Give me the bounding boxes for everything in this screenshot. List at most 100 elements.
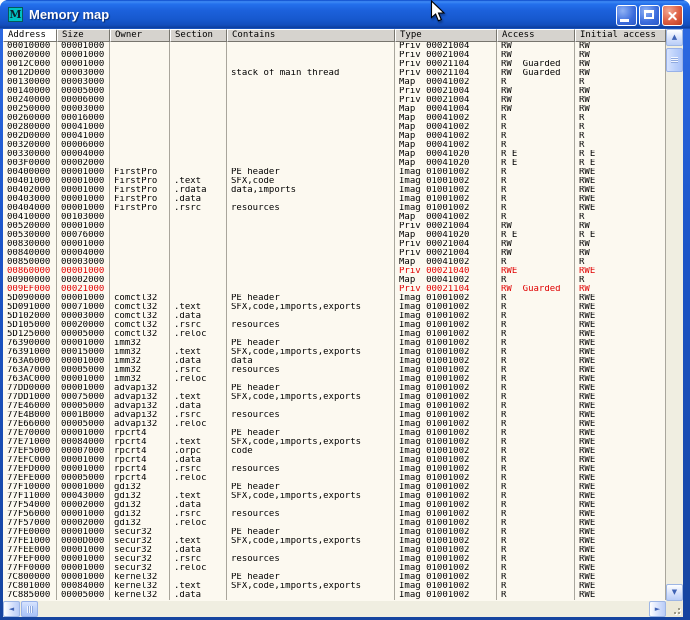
scroll-right-button[interactable]: ► bbox=[649, 601, 666, 617]
table-row[interactable]: 5D10200000003000comctl32.dataImag 010010… bbox=[3, 312, 666, 321]
table-row[interactable]: 0033000000004000Map 00041020R ER E bbox=[3, 150, 666, 159]
column-header-address[interactable]: Address bbox=[3, 29, 57, 42]
column-header-contains[interactable]: Contains bbox=[227, 29, 395, 42]
table-row[interactable]: 77F1100000043000gdi32.textSFX,code,impor… bbox=[3, 492, 666, 501]
table-row[interactable]: 0028000000041000Map 00041002RR bbox=[3, 123, 666, 132]
maximize-button[interactable] bbox=[639, 5, 660, 26]
table-row[interactable]: 0085000000003000Map 00041002RR bbox=[3, 258, 666, 267]
table-row[interactable]: 0053000000076000Map 00041020R ER E bbox=[3, 231, 666, 240]
cell-contains bbox=[227, 375, 395, 384]
table-row[interactable]: 5D10500000020000comctl32.rsrcresourcesIm… bbox=[3, 321, 666, 330]
table-row[interactable]: 0040300000001000FirstPro.dataImag 010010… bbox=[3, 195, 666, 204]
table-row[interactable]: 77F5700000002000gdi32.relocImag 01001002… bbox=[3, 519, 666, 528]
table-row[interactable]: 5D09000000001000comctl32PE headerImag 01… bbox=[3, 294, 666, 303]
cell-size: 00015000 bbox=[57, 348, 110, 357]
table-row[interactable]: 77EFE00000005000rpcrt4.relocImag 0100100… bbox=[3, 474, 666, 483]
column-header-access[interactable]: Access bbox=[497, 29, 575, 42]
table-row[interactable]: 003F000000002000Map 00041020R ER E bbox=[3, 159, 666, 168]
minimize-button[interactable] bbox=[616, 5, 637, 26]
table-row[interactable]: 0014000000005000Priv 00021004RWRW bbox=[3, 87, 666, 96]
cell-access: R bbox=[497, 411, 575, 420]
table-row[interactable]: 77FE10000000D000secur32.textSFX,code,imp… bbox=[3, 537, 666, 546]
horizontal-scroll-thumb[interactable] bbox=[21, 601, 38, 617]
cell-size: 00005000 bbox=[57, 420, 110, 429]
table-row[interactable]: 0052000000001000Priv 00021004RWRW bbox=[3, 222, 666, 231]
table-row[interactable]: 7C80000000001000kernel32PE headerImag 01… bbox=[3, 573, 666, 582]
table-row[interactable]: 77E7000000001000rpcrt4PE headerImag 0100… bbox=[3, 429, 666, 438]
table-row[interactable]: 7639100000015000imm32.textSFX,code,impor… bbox=[3, 348, 666, 357]
close-button[interactable] bbox=[662, 5, 683, 26]
table-row[interactable]: 009EF00000021000Priv 00021104RW GuardedR… bbox=[3, 285, 666, 294]
table-row[interactable]: 763A700000005000imm32.rsrcresourcesImag … bbox=[3, 366, 666, 375]
scroll-left-button[interactable]: ◄ bbox=[3, 601, 20, 617]
table-row[interactable]: 0024000000006000Priv 00021004RWRW bbox=[3, 96, 666, 105]
table-row[interactable]: 77E4600000005000advapi32.dataImag 010010… bbox=[3, 402, 666, 411]
table-row[interactable]: 7639000000001000imm32PE headerImag 01001… bbox=[3, 339, 666, 348]
table-row[interactable]: 002D000000041000Map 00041002RR bbox=[3, 132, 666, 141]
table-row[interactable]: 0040100000001000FirstPro.textSFX,codeIma… bbox=[3, 177, 666, 186]
table-row[interactable]: 77EFC00000001000rpcrt4.dataImag 01001002… bbox=[3, 456, 666, 465]
column-header-size[interactable]: Size bbox=[57, 29, 110, 42]
table-row[interactable]: 0032000000006000Map 00041002RR bbox=[3, 141, 666, 150]
table-row[interactable]: 0013000000003000Map 00041002RR bbox=[3, 78, 666, 87]
table-row[interactable]: 0002000000001000Priv 00021004RWRW bbox=[3, 51, 666, 60]
vertical-scroll-thumb[interactable] bbox=[666, 48, 683, 72]
cell-access: R bbox=[497, 555, 575, 564]
table-row[interactable]: 7C80100000084000kernel32.textSFX,code,im… bbox=[3, 582, 666, 591]
vertical-scrollbar[interactable]: ▲ ▼ bbox=[666, 29, 683, 601]
cell-type: Imag 01001002 bbox=[395, 591, 497, 600]
cell-owner: FirstPro bbox=[110, 177, 170, 186]
cell-size: 00004000 bbox=[57, 249, 110, 258]
table-row[interactable]: 77E4B0000001B000advapi32.rsrcresourcesIm… bbox=[3, 411, 666, 420]
table-row[interactable]: 77EFD00000001000rpcrt4.rsrcresourcesImag… bbox=[3, 465, 666, 474]
table-row[interactable]: 77EF500000007000rpcrt4.orpccodeImag 0100… bbox=[3, 447, 666, 456]
table-row[interactable]: 5D09100000071000comctl32.textSFX,code,im… bbox=[3, 303, 666, 312]
cell-address: 77FE0000 bbox=[3, 528, 57, 537]
horizontal-scrollbar[interactable]: ◄ ► bbox=[3, 601, 666, 617]
table-row[interactable]: 7C88500000005000kernel32.dataImag 010010… bbox=[3, 591, 666, 600]
cell-address: 00520000 bbox=[3, 222, 57, 231]
cell-owner: rpcrt4 bbox=[110, 429, 170, 438]
table-row[interactable]: 763AC00000001000imm32.relocImag 01001002… bbox=[3, 375, 666, 384]
table-row[interactable]: 77F5400000002000gdi32.dataImag 01001002R… bbox=[3, 501, 666, 510]
table-row[interactable]: 0001000000001000Priv 00021004RWRW bbox=[3, 42, 666, 51]
table-row[interactable]: 0090000000002000Map 00041002RR bbox=[3, 276, 666, 285]
table-row[interactable]: 77FF000000001000secur32.relocImag 010010… bbox=[3, 564, 666, 573]
table-row[interactable]: 77DD100000075000advapi32.textSFX,code,im… bbox=[3, 393, 666, 402]
table-row[interactable]: 77DD000000001000advapi32PE headerImag 01… bbox=[3, 384, 666, 393]
table-row[interactable]: 0040000000001000FirstProPE headerImag 01… bbox=[3, 168, 666, 177]
table-row[interactable]: 77FEE00000001000secur32.dataImag 0100100… bbox=[3, 546, 666, 555]
table-row[interactable]: 0084000000004000Priv 00021004RWRW bbox=[3, 249, 666, 258]
column-header-owner[interactable]: Owner bbox=[110, 29, 170, 42]
table-row[interactable]: 0040400000001000FirstPro.rsrcresourcesIm… bbox=[3, 204, 666, 213]
table-row[interactable]: 77FE000000001000secur32PE headerImag 010… bbox=[3, 528, 666, 537]
table-row[interactable]: 763A600000001000imm32.datadataImag 01001… bbox=[3, 357, 666, 366]
table-row[interactable]: 0026000000016000Map 00041002RR bbox=[3, 114, 666, 123]
cell-address: 77FEE000 bbox=[3, 546, 57, 555]
table-row[interactable]: 77E7100000084000rpcrt4.textSFX,code,impo… bbox=[3, 438, 666, 447]
table-row[interactable]: 0025000000003000Map 00041004RWRW bbox=[3, 105, 666, 114]
cell-address: 00401000 bbox=[3, 177, 57, 186]
cell-owner: imm32 bbox=[110, 348, 170, 357]
cell-address: 76390000 bbox=[3, 339, 57, 348]
table-row[interactable]: 0086000000001000Priv 00021040RWERWE bbox=[3, 267, 666, 276]
resize-grip[interactable] bbox=[666, 601, 683, 617]
table-row[interactable]: 0041000000103000Map 00041002RR bbox=[3, 213, 666, 222]
column-header-section[interactable]: Section bbox=[170, 29, 227, 42]
scroll-down-button[interactable]: ▼ bbox=[666, 584, 683, 601]
table-row[interactable]: 77F5600000001000gdi32.rsrcresourcesImag … bbox=[3, 510, 666, 519]
cell-section bbox=[170, 105, 227, 114]
table-row[interactable]: 77E6600000005000advapi32.relocImag 01001… bbox=[3, 420, 666, 429]
scroll-up-button[interactable]: ▲ bbox=[666, 29, 683, 46]
table-row[interactable]: 0012D00000003000stack of main threadPriv… bbox=[3, 69, 666, 78]
title-bar[interactable]: M Memory map bbox=[0, 0, 690, 29]
table-row[interactable]: 77FEF00000001000secur32.rsrcresourcesIma… bbox=[3, 555, 666, 564]
cell-size: 00005000 bbox=[57, 591, 110, 600]
table-row[interactable]: 0040200000001000FirstPro.rdatadata,impor… bbox=[3, 186, 666, 195]
table-row[interactable]: 0083000000001000Priv 00021004RWRW bbox=[3, 240, 666, 249]
table-row[interactable]: 77F1000000001000gdi32PE headerImag 01001… bbox=[3, 483, 666, 492]
column-header-initial-access[interactable]: Initial access bbox=[575, 29, 666, 42]
table-row[interactable]: 0012C00000001000Priv 00021104RW GuardedR… bbox=[3, 60, 666, 69]
column-header-type[interactable]: Type bbox=[395, 29, 497, 42]
table-row[interactable]: 5D12500000005000comctl32.relocImag 01001… bbox=[3, 330, 666, 339]
